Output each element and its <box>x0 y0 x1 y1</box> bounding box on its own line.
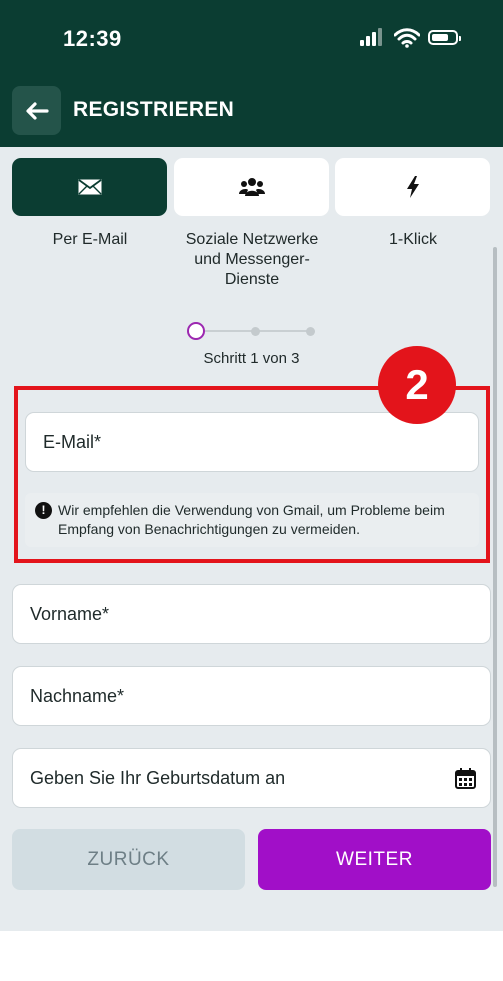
wifi-icon <box>394 28 420 48</box>
calendar-icon[interactable] <box>455 768 476 789</box>
step-1-indicator <box>187 322 205 340</box>
scrollbar[interactable] <box>493 247 497 887</box>
back-button[interactable] <box>12 86 61 135</box>
firstname-placeholder: Vorname* <box>30 603 110 624</box>
header-bar: 12:39 REGISTRIEREN <box>0 0 503 147</box>
lastname-field[interactable]: Nachname* <box>12 666 491 726</box>
status-icons <box>360 28 470 48</box>
envelope-icon <box>77 179 102 195</box>
method-social-label: Soziale Netzwerke und Messenger-Dienste <box>185 231 319 288</box>
signal-icon <box>360 28 384 46</box>
battery-icon <box>428 30 461 45</box>
method-oneclick-tab[interactable] <box>335 158 490 216</box>
back-step-button[interactable]: ZURÜCK <box>12 829 245 890</box>
page-title: REGISTRIEREN <box>73 98 235 121</box>
step-3-indicator <box>306 327 315 336</box>
arrow-left-icon <box>25 101 49 120</box>
lastname-placeholder: Nachname* <box>30 685 125 706</box>
status-time: 12:39 <box>63 26 122 51</box>
firstname-field[interactable]: Vorname* <box>12 584 491 644</box>
progress-stepper <box>187 321 317 341</box>
method-oneclick-label: 1-Klick <box>388 231 437 248</box>
method-email-label: Per E-Mail <box>52 231 128 248</box>
step-2-indicator <box>251 327 260 336</box>
birthdate-placeholder: Geben Sie Ihr Geburtsdatum an <box>30 767 286 788</box>
lightning-icon <box>406 176 419 198</box>
users-icon <box>238 178 265 196</box>
birthdate-field[interactable]: Geben Sie Ihr Geburtsdatum an <box>12 748 491 808</box>
method-email-tab[interactable] <box>12 158 167 216</box>
annotation-badge: 2 <box>378 346 456 424</box>
next-button[interactable]: WEITER <box>258 829 491 890</box>
method-social-tab[interactable] <box>174 158 329 216</box>
